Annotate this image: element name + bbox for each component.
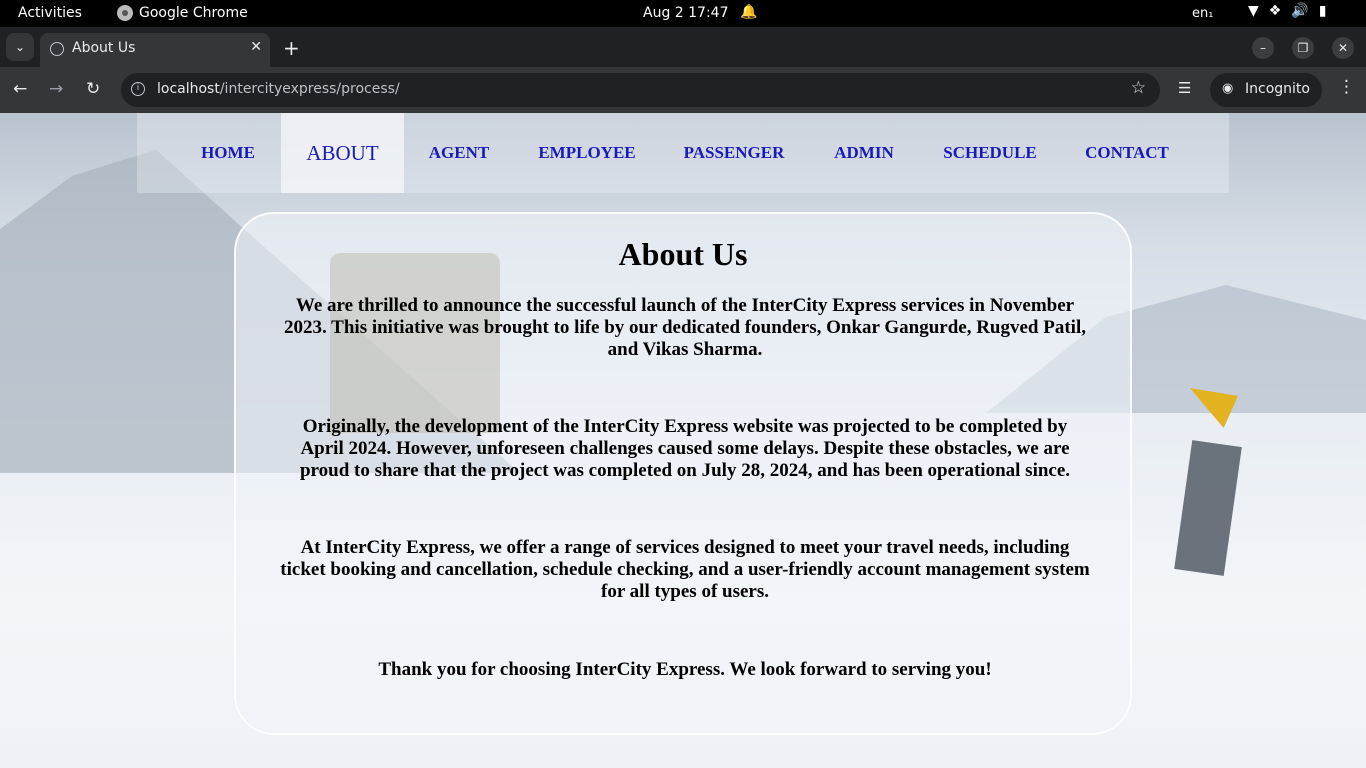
about-paragraph-services: At InterCity Express, we offer a range o… [280,537,1090,602]
background-signpost [1174,440,1242,576]
app-name: Google Chrome [139,5,248,21]
incognito-label: Incognito [1245,81,1310,97]
media-controls-icon[interactable]: ☰ [1178,79,1191,97]
minimize-button[interactable]: – [1252,37,1274,59]
back-arrow-icon[interactable]: ← [13,79,27,99]
chrome-icon [117,5,133,21]
url-text[interactable]: localhost/intercityexpress/process/ [157,81,400,97]
main-navbar: HOME ABOUT AGENT EMPLOYEE PASSENGER ADMI… [137,113,1229,193]
page-viewport: HOME ABOUT AGENT EMPLOYEE PASSENGER ADMI… [0,113,1366,768]
battery-icon: ▮ [1318,3,1327,19]
maximize-button[interactable]: ❐ [1292,37,1314,59]
address-bar[interactable]: i localhost/intercityexpress/process/ ☆ [121,73,1160,107]
bookmark-star-icon[interactable]: ☆ [1131,78,1146,98]
nav-schedule[interactable]: SCHEDULE [931,113,1049,193]
system-tray[interactable]: ▼ ❖ 🔊 ▮ [1248,3,1327,19]
bluetooth-icon: ❖ [1268,3,1282,19]
url-path: /intercityexpress/process/ [219,81,400,97]
nav-admin[interactable]: ADMIN [816,113,912,193]
tab-search-button[interactable]: ⌄ [6,33,34,61]
url-host: localhost [157,81,220,97]
tab-strip: ⌄ About Us ✕ + – ❐ ✕ [0,27,1366,67]
close-tab-icon[interactable]: ✕ [250,39,262,55]
system-top-bar: Activities Google Chrome Aug 2 17:47 🔔 e… [0,0,1366,27]
about-paragraph-development: Originally, the development of the Inter… [299,416,1071,481]
new-tab-button[interactable]: + [283,36,300,60]
notification-bell-icon: 🔔 [740,4,758,20]
language-indicator[interactable]: en₁ [1192,6,1213,21]
nav-employee[interactable]: EMPLOYEE [522,113,652,193]
nav-contact[interactable]: CONTACT [1071,113,1183,193]
incognito-icon: ◉ [1222,81,1234,96]
browser-toolbar: ← → ↻ i localhost/intercityexpress/proce… [0,67,1366,113]
clock[interactable]: Aug 2 17:47 [643,5,729,21]
about-paragraph-launch: We are thrilled to announce the successf… [284,295,1086,360]
chevron-down-icon: ⌄ [14,40,26,54]
nav-passenger[interactable]: PASSENGER [670,113,798,193]
forward-arrow-icon[interactable]: → [49,79,63,99]
reload-icon[interactable]: ↻ [86,79,100,99]
activities-button[interactable]: Activities [18,5,82,21]
nav-about[interactable]: ABOUT [281,113,404,193]
tab-about-us[interactable]: About Us ✕ [40,33,270,67]
nav-home[interactable]: HOME [183,113,273,193]
about-paragraph-thanks: Thank you for choosing InterCity Express… [378,659,992,680]
tab-title: About Us [72,40,136,56]
page-title: About Us [618,236,748,272]
site-info-icon[interactable]: i [131,82,145,96]
wifi-icon: ▼ [1248,3,1259,19]
incognito-indicator[interactable]: ◉ Incognito [1210,73,1322,107]
nav-agent[interactable]: AGENT [413,113,505,193]
globe-icon [50,42,64,56]
about-card: About Us We are thrilled to announce the… [234,212,1132,735]
volume-icon: 🔊 [1291,3,1309,19]
close-window-button[interactable]: ✕ [1332,37,1354,59]
app-menu[interactable]: Google Chrome [117,5,248,21]
kebab-menu-icon[interactable]: ⋮ [1338,77,1355,97]
